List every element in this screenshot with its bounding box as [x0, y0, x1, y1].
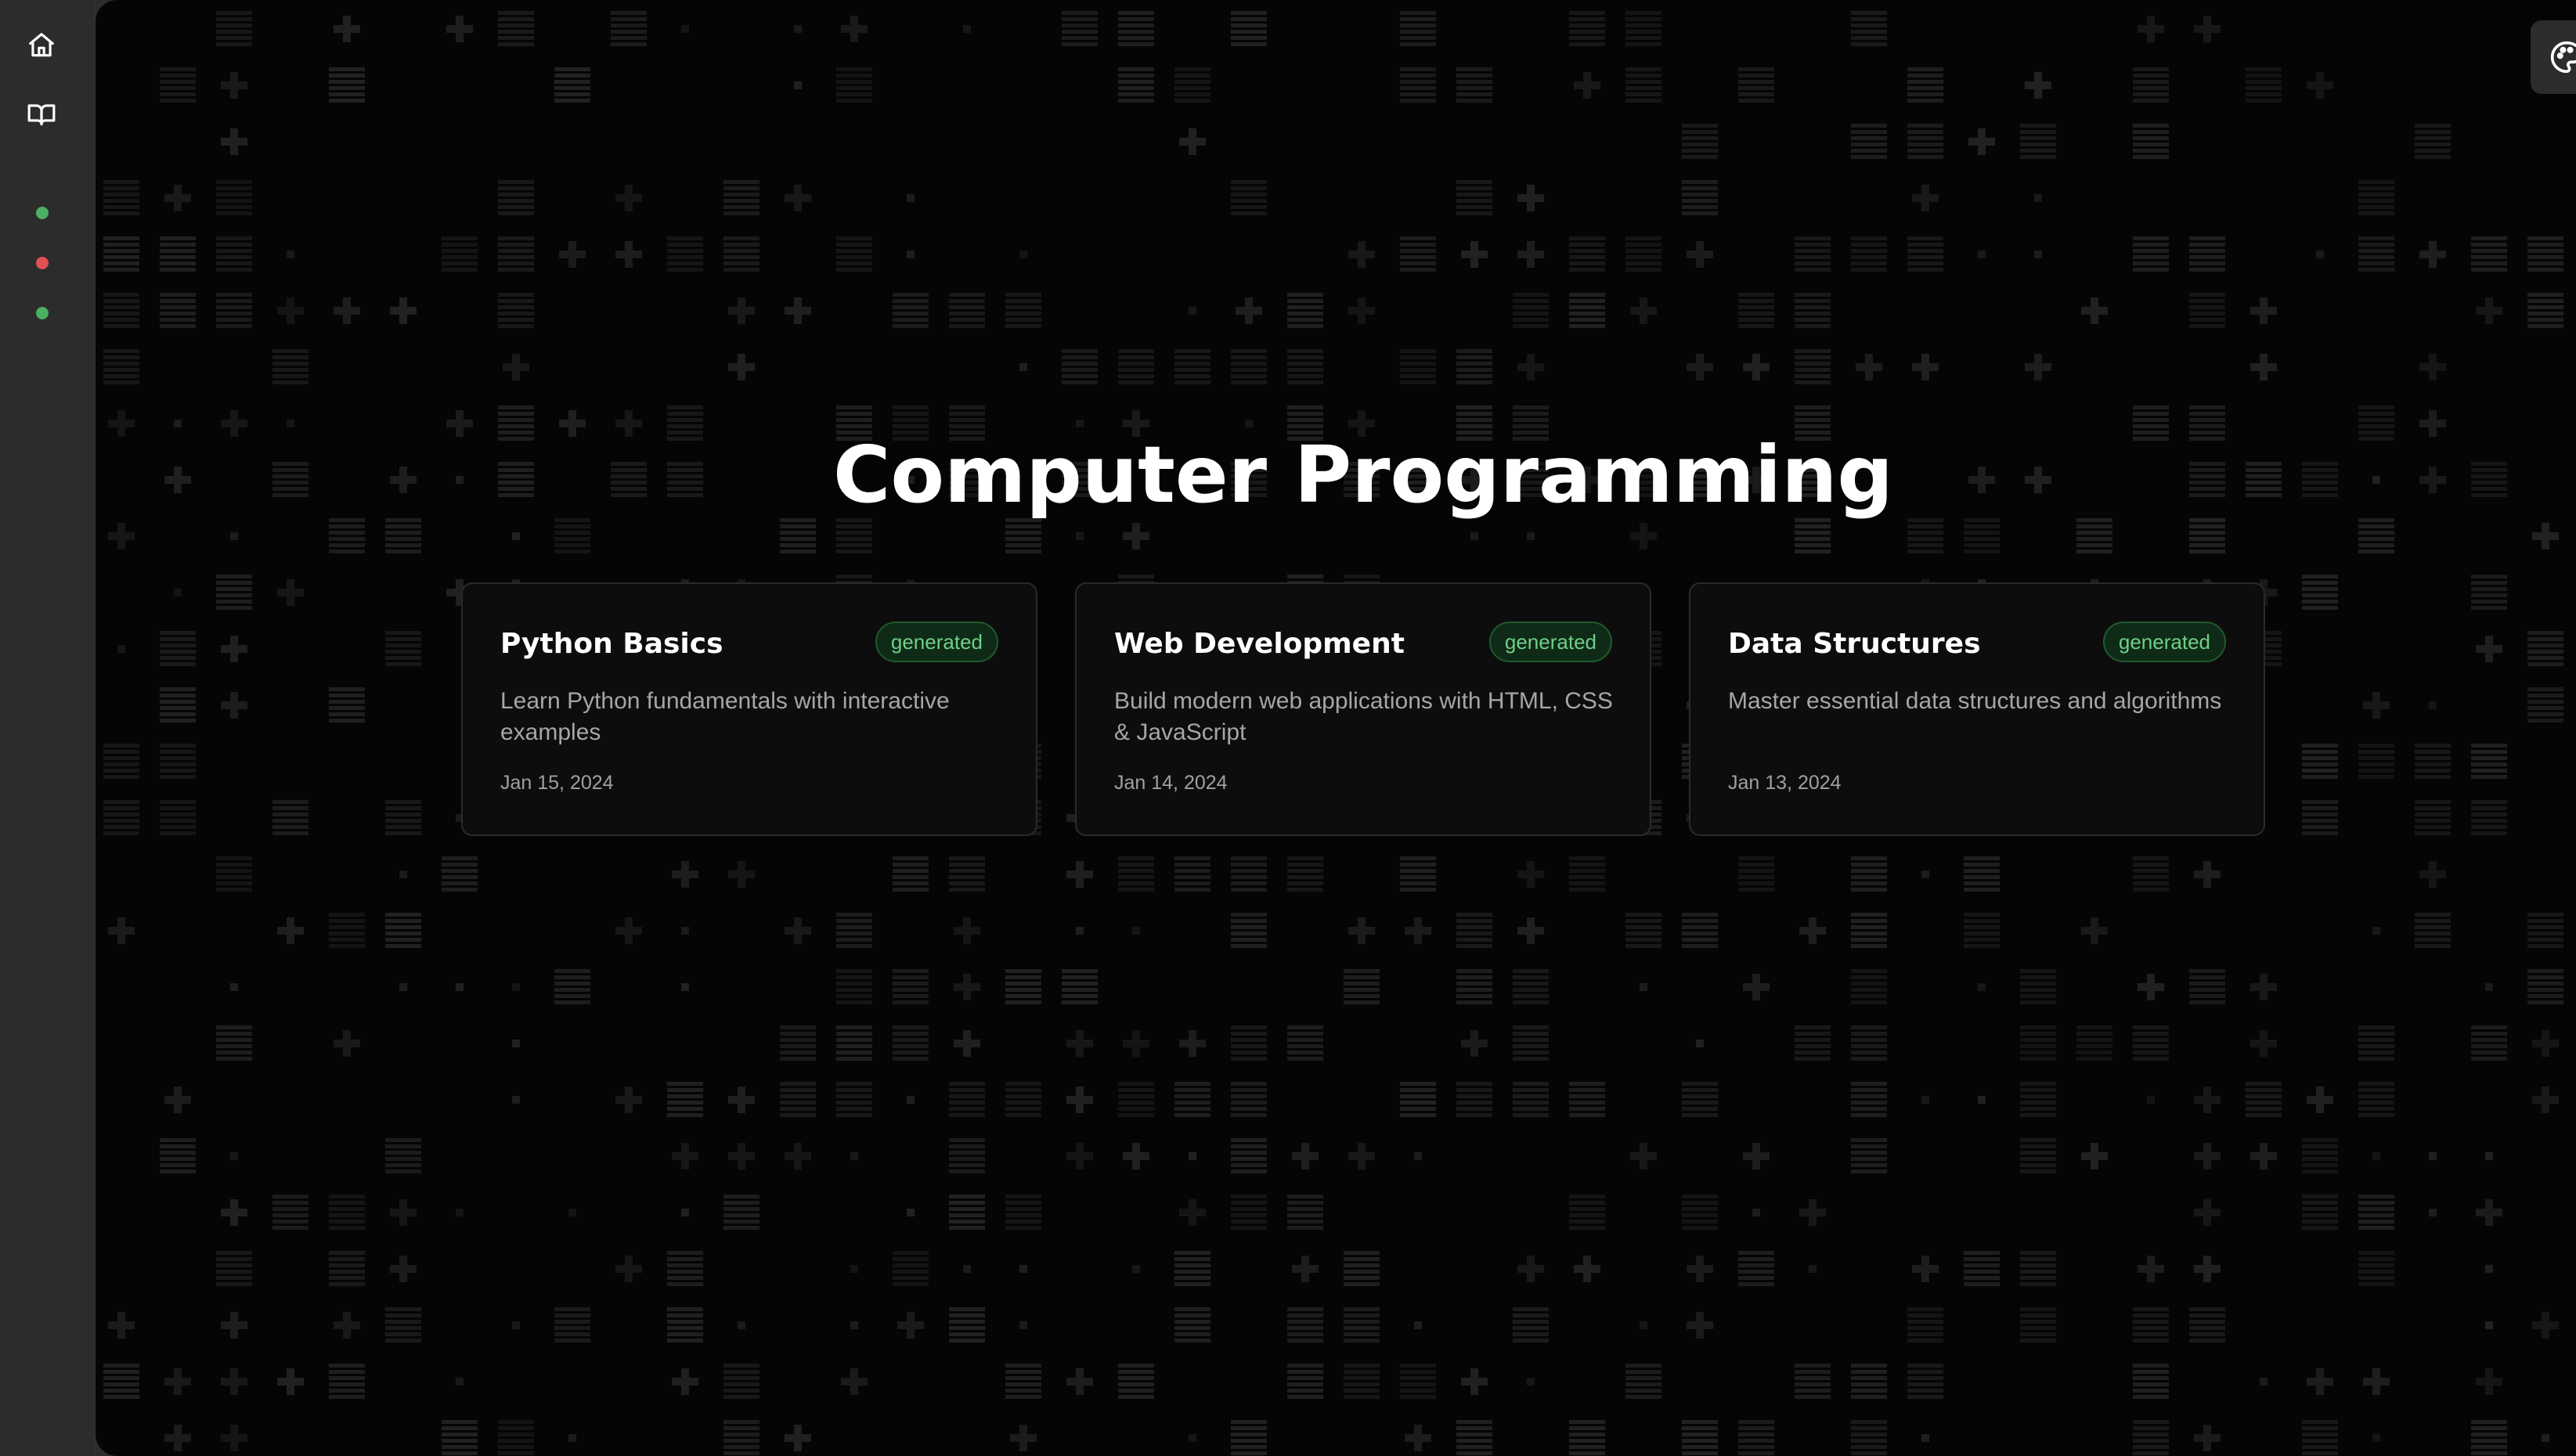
card-title: Web Development	[1114, 628, 1405, 660]
palette-icon	[2550, 41, 2576, 74]
status-dot-active	[36, 307, 49, 319]
card-title: Python Basics	[500, 628, 723, 660]
page-title: Computer Programming	[833, 429, 1893, 521]
card-title: Data Structures	[1728, 628, 1981, 660]
course-card-data-structures[interactable]: Data Structures generated Master essenti…	[1689, 582, 2265, 836]
card-description: Build modern web applications with HTML,…	[1114, 688, 1613, 745]
status-dot-error	[36, 257, 49, 269]
status-badge: generated	[2102, 622, 2226, 662]
theme-toggle-button[interactable]	[2531, 20, 2576, 94]
status-badge: generated	[1488, 622, 1612, 662]
home-icon[interactable]	[26, 30, 57, 61]
sidebar	[0, 0, 96, 1456]
course-card-list: Python Basics generated Learn Python fun…	[461, 582, 2265, 836]
course-card-python-basics[interactable]: Python Basics generated Learn Python fun…	[461, 582, 1037, 836]
status-dot-connected	[36, 207, 49, 219]
app-window: Computer Programming Python Basics gener…	[0, 0, 2576, 1456]
card-date: Jan 13, 2024	[1728, 772, 1842, 794]
card-description: Learn Python fundamentals with interacti…	[500, 688, 950, 745]
card-date: Jan 15, 2024	[500, 772, 614, 794]
book-icon[interactable]	[26, 99, 57, 130]
course-card-web-development[interactable]: Web Development generated Build modern w…	[1075, 582, 1651, 836]
status-badge: generated	[875, 622, 998, 662]
card-description: Master essential data structures and alg…	[1728, 688, 2222, 714]
card-date: Jan 14, 2024	[1114, 772, 1228, 794]
main-content: Computer Programming Python Basics gener…	[96, 0, 2576, 1456]
